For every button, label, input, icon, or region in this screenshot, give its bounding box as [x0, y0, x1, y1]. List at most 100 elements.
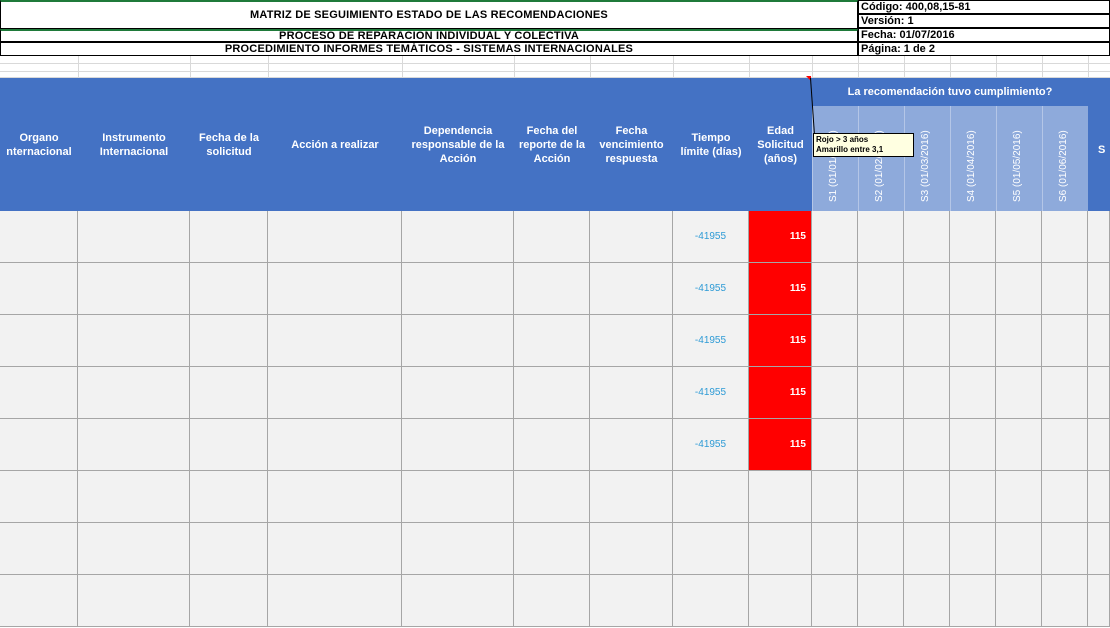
tiempo-limite-cell[interactable]	[673, 575, 749, 627]
grid-cell[interactable]	[78, 419, 190, 471]
grid-cell[interactable]	[402, 471, 514, 523]
grid-cell[interactable]	[812, 367, 858, 419]
grid-cell[interactable]	[950, 263, 996, 315]
grid-cell[interactable]	[950, 367, 996, 419]
grid-cell[interactable]	[190, 471, 268, 523]
grid-cell[interactable]	[514, 211, 590, 263]
grid-cell[interactable]	[996, 471, 1042, 523]
grid-cell[interactable]	[858, 575, 904, 627]
grid-cell[interactable]	[78, 575, 190, 627]
grid-cell[interactable]	[996, 367, 1042, 419]
grid-cell[interactable]	[950, 575, 996, 627]
tiempo-limite-cell[interactable]	[673, 471, 749, 523]
tiempo-limite-cell[interactable]: -41955	[673, 315, 749, 367]
grid-cell[interactable]	[812, 471, 858, 523]
grid-cell[interactable]	[78, 367, 190, 419]
grid-cell[interactable]	[514, 575, 590, 627]
grid-cell[interactable]	[1042, 315, 1088, 367]
grid-cell[interactable]	[996, 419, 1042, 471]
grid-cell[interactable]	[904, 211, 950, 263]
grid-cell[interactable]	[590, 263, 673, 315]
grid-cell[interactable]	[1042, 211, 1088, 263]
grid-cell[interactable]	[858, 211, 904, 263]
grid-cell[interactable]	[812, 419, 858, 471]
grid-cell[interactable]	[514, 315, 590, 367]
grid-cell[interactable]	[858, 471, 904, 523]
grid-cell[interactable]	[402, 315, 514, 367]
grid-cell[interactable]	[904, 471, 950, 523]
grid-cell[interactable]	[268, 211, 402, 263]
grid-cell[interactable]	[78, 315, 190, 367]
grid-cell[interactable]	[190, 419, 268, 471]
grid-cell[interactable]	[904, 419, 950, 471]
grid-cell[interactable]	[268, 367, 402, 419]
grid-cell[interactable]	[996, 263, 1042, 315]
grid-cell[interactable]	[402, 523, 514, 575]
grid-cell[interactable]	[402, 575, 514, 627]
grid-cell[interactable]	[190, 211, 268, 263]
edad-solicitud-cell[interactable]	[749, 575, 812, 627]
grid-cell[interactable]	[996, 211, 1042, 263]
grid-cell[interactable]	[268, 523, 402, 575]
grid-cell[interactable]	[190, 523, 268, 575]
grid-cell[interactable]	[0, 315, 78, 367]
grid-cell[interactable]	[1088, 471, 1110, 523]
grid-cell[interactable]	[190, 575, 268, 627]
grid-cell[interactable]	[1088, 367, 1110, 419]
grid-cell[interactable]	[0, 523, 78, 575]
grid-cell[interactable]	[0, 367, 78, 419]
grid-cell[interactable]	[0, 263, 78, 315]
grid-cell[interactable]	[402, 263, 514, 315]
grid-cell[interactable]	[950, 523, 996, 575]
grid-cell[interactable]	[1042, 367, 1088, 419]
grid-cell[interactable]	[996, 575, 1042, 627]
grid-cell[interactable]	[812, 315, 858, 367]
grid-cell[interactable]	[904, 367, 950, 419]
grid-cell[interactable]	[190, 315, 268, 367]
grid-cell[interactable]	[0, 419, 78, 471]
grid-cell[interactable]	[190, 263, 268, 315]
grid-cell[interactable]	[590, 367, 673, 419]
grid-cell[interactable]	[812, 575, 858, 627]
grid-cell[interactable]	[904, 263, 950, 315]
edad-solicitud-cell[interactable]	[749, 471, 812, 523]
grid-cell[interactable]	[590, 575, 673, 627]
grid-cell[interactable]	[950, 471, 996, 523]
tiempo-limite-cell[interactable]: -41955	[673, 263, 749, 315]
grid-cell[interactable]	[812, 263, 858, 315]
grid-cell[interactable]	[0, 575, 78, 627]
grid-cell[interactable]	[190, 367, 268, 419]
tiempo-limite-cell[interactable]: -41955	[673, 419, 749, 471]
grid-cell[interactable]	[78, 263, 190, 315]
grid-cell[interactable]	[950, 419, 996, 471]
tiempo-limite-cell[interactable]	[673, 523, 749, 575]
grid-cell[interactable]	[858, 523, 904, 575]
edad-solicitud-cell[interactable]: 115	[749, 367, 812, 419]
grid-cell[interactable]	[514, 263, 590, 315]
grid-cell[interactable]	[1042, 523, 1088, 575]
grid-cell[interactable]	[904, 575, 950, 627]
grid-cell[interactable]	[812, 211, 858, 263]
grid-cell[interactable]	[1088, 315, 1110, 367]
grid-cell[interactable]	[950, 315, 996, 367]
grid-cell[interactable]	[1088, 419, 1110, 471]
tiempo-limite-cell[interactable]: -41955	[673, 367, 749, 419]
grid-cell[interactable]	[1042, 471, 1088, 523]
grid-cell[interactable]	[1042, 419, 1088, 471]
grid-cell[interactable]	[904, 523, 950, 575]
grid-cell[interactable]	[590, 523, 673, 575]
grid-cell[interactable]	[514, 471, 590, 523]
grid-cell[interactable]	[996, 315, 1042, 367]
grid-cell[interactable]	[402, 211, 514, 263]
grid-cell[interactable]	[858, 263, 904, 315]
grid-cell[interactable]	[950, 211, 996, 263]
grid-cell[interactable]	[1042, 575, 1088, 627]
grid-cell[interactable]	[78, 471, 190, 523]
grid-cell[interactable]	[514, 367, 590, 419]
edad-solicitud-cell[interactable]: 115	[749, 263, 812, 315]
grid-cell[interactable]	[78, 523, 190, 575]
edad-solicitud-cell[interactable]: 115	[749, 211, 812, 263]
grid-cell[interactable]	[1088, 523, 1110, 575]
grid-cell[interactable]	[268, 263, 402, 315]
grid-cell[interactable]	[590, 315, 673, 367]
